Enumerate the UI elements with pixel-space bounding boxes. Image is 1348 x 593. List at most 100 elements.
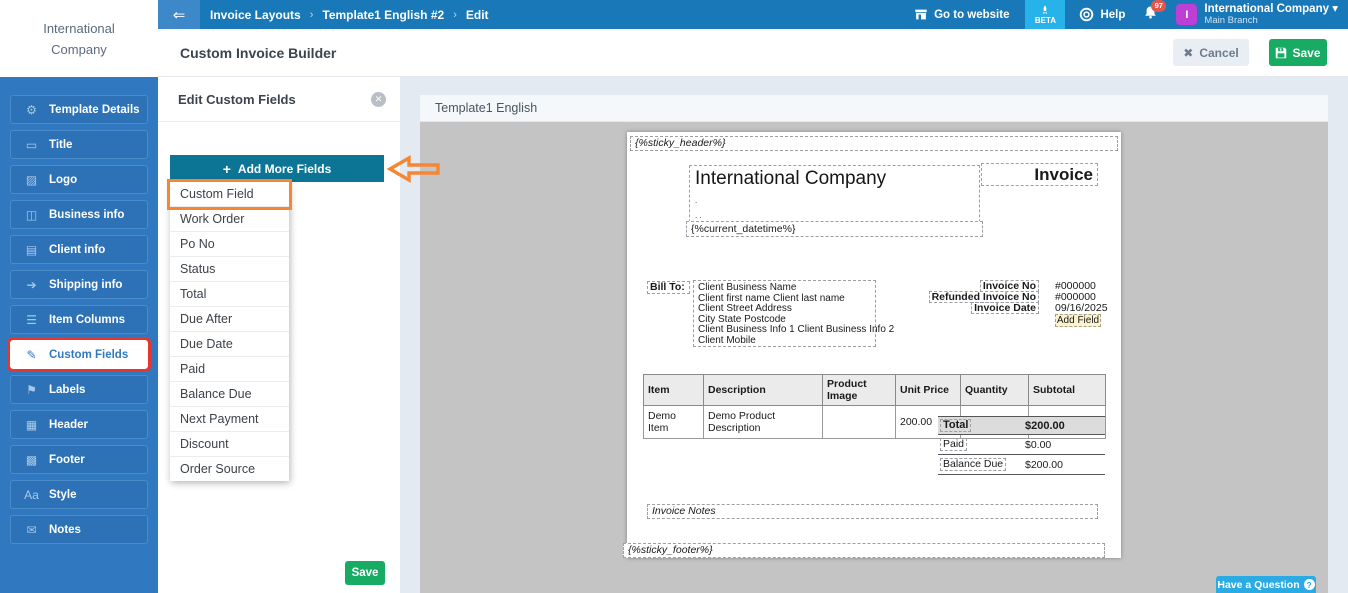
sidebar-item-custom-fields[interactable]: ✎ Custom Fields: [10, 340, 148, 369]
chevron-down-icon: ▾: [1332, 3, 1338, 15]
sidebar-item-style[interactable]: Aa Style: [10, 480, 148, 509]
bill-to-label[interactable]: Bill To:: [647, 281, 690, 294]
floppy-disk-icon: [1275, 47, 1287, 59]
sidebar-item-notes[interactable]: ✉ Notes: [10, 515, 148, 544]
invoice-page: {%sticky_header%} International Company …: [627, 132, 1121, 558]
briefcase-icon: ◫: [23, 208, 40, 222]
account-branch: Main Branch: [1204, 16, 1338, 26]
dropdown-item-balance-due[interactable]: Balance Due: [170, 382, 289, 407]
dropdown-item-po-no[interactable]: Po No: [170, 232, 289, 257]
tag-icon: ⚑: [23, 383, 40, 397]
current-datetime-placeholder[interactable]: {%current_datetime%}: [686, 221, 983, 237]
dropdown-item-custom-field[interactable]: Custom Field: [170, 182, 289, 207]
paid-row: Paid $0.00: [938, 435, 1105, 455]
account-avatar[interactable]: I: [1176, 4, 1197, 25]
invoice-notes-placeholder[interactable]: Invoice Notes: [647, 504, 1098, 519]
edit-icon: ✎: [23, 348, 40, 362]
preview-canvas: {%sticky_header%} International Company …: [420, 122, 1328, 593]
custom-invoice-builder-app: International Company ⚙ Template Details…: [0, 0, 1348, 593]
have-a-question-button[interactable]: Have a Question ?: [1216, 576, 1316, 593]
col-header-unit-price: Unit Price: [896, 375, 961, 406]
life-ring-icon: [1079, 7, 1094, 22]
sidebar-item-template-details[interactable]: ⚙ Template Details: [10, 95, 148, 124]
add-field-dropdown: Custom Field Work Order Po No Status Tot…: [170, 182, 289, 481]
col-header-quantity: Quantity: [961, 375, 1029, 406]
panel-close-button[interactable]: ✕: [371, 92, 386, 107]
beta-badge[interactable]: BETA: [1025, 0, 1065, 29]
sidebar-item-business-info[interactable]: ◫ Business info: [10, 200, 148, 229]
sidebar-item-logo[interactable]: ▨ Logo: [10, 165, 148, 194]
sidebar-item-shipping-info[interactable]: ➔ Shipping info: [10, 270, 148, 299]
preview-template-title: Template1 English: [435, 101, 537, 115]
dropdown-item-paid[interactable]: Paid: [170, 357, 289, 382]
col-header-product-image: Product Image: [823, 375, 896, 406]
rocket-icon: [1040, 5, 1050, 16]
add-more-fields-button[interactable]: + Add More Fields: [170, 155, 384, 182]
columns-icon: ☰: [23, 313, 40, 327]
account-menu[interactable]: International Company ▾ Main Branch: [1204, 3, 1338, 26]
sidebar-item-item-columns[interactable]: ☰ Item Columns: [10, 305, 148, 334]
invoice-preview-panel: Template1 English {%sticky_header%} Inte…: [420, 95, 1328, 593]
company-name-line2: Company: [51, 39, 107, 60]
close-icon: ✕: [375, 94, 383, 105]
collapse-menu-button[interactable]: ⇐: [158, 0, 200, 29]
paid-label[interactable]: Paid: [940, 438, 967, 451]
sidebar-item-title[interactable]: ▭ Title: [10, 130, 148, 159]
sidebar-item-header[interactable]: ▦ Header: [10, 410, 148, 439]
callout-arrow-icon: [385, 153, 441, 185]
dropdown-item-next-payment[interactable]: Next Payment: [170, 407, 289, 432]
truck-icon: ➔: [23, 278, 40, 292]
dropdown-item-work-order[interactable]: Work Order: [170, 207, 289, 232]
company-logo: International Company: [0, 0, 158, 77]
company-name-line1: International: [43, 18, 115, 39]
invoice-date-label[interactable]: Invoice Date: [971, 302, 1039, 314]
cancel-button[interactable]: ✖ Cancel: [1173, 39, 1249, 66]
save-button[interactable]: Save: [1269, 39, 1327, 66]
col-header-description: Description: [704, 375, 823, 406]
close-icon: ✖: [1183, 46, 1193, 60]
invoice-title[interactable]: Invoice: [981, 163, 1098, 186]
notes-icon: ✉: [23, 523, 40, 537]
sidebar: International Company ⚙ Template Details…: [0, 0, 158, 593]
help-button[interactable]: Help: [1079, 7, 1125, 22]
dropdown-item-status[interactable]: Status: [170, 257, 289, 282]
sticky-header-placeholder[interactable]: {%sticky_header%}: [630, 136, 1118, 151]
gear-icon: ⚙: [23, 103, 40, 117]
sticky-footer-placeholder[interactable]: {%sticky_footer%}: [623, 543, 1105, 558]
back-arrow-icon: ⇐: [173, 6, 186, 24]
topbar: ⇐ Invoice Layouts › Template1 English #2…: [158, 0, 1348, 29]
col-header-item: Item: [644, 375, 704, 406]
sidebar-item-footer[interactable]: ▩ Footer: [10, 445, 148, 474]
dropdown-item-due-date[interactable]: Due Date: [170, 332, 289, 357]
dropdown-item-due-after[interactable]: Due After: [170, 307, 289, 332]
col-header-subtotal: Subtotal: [1029, 375, 1106, 406]
breadcrumb-template[interactable]: Template1 English #2: [322, 8, 444, 22]
plus-icon: +: [223, 161, 231, 177]
table-header-icon: ▦: [23, 418, 40, 432]
image-icon: ▨: [23, 173, 40, 187]
sidebar-item-client-info[interactable]: ▤ Client info: [10, 235, 148, 264]
notifications-button[interactable]: 97: [1143, 5, 1158, 25]
edit-custom-fields-panel: Edit Custom Fields ✕ + Add More Fields C…: [158, 77, 400, 593]
balance-due-row: Balance Due $200.00: [938, 455, 1105, 475]
breadcrumb-invoice-layouts[interactable]: Invoice Layouts: [210, 8, 301, 22]
panel-save-button[interactable]: Save: [345, 561, 385, 585]
title-icon: ▭: [23, 138, 40, 152]
page-header: Custom Invoice Builder ✖ Cancel Save: [158, 29, 1348, 77]
add-field-button[interactable]: Add Field: [1055, 314, 1101, 327]
question-mark-icon: ?: [1304, 579, 1315, 590]
invoice-totals: Total $200.00 Paid $0.00 Balance Due $20…: [938, 416, 1105, 475]
dropdown-item-order-source[interactable]: Order Source: [170, 457, 289, 481]
total-label[interactable]: Total: [940, 419, 971, 432]
breadcrumb-separator: ›: [453, 9, 457, 21]
breadcrumb-separator: ›: [310, 9, 314, 21]
dropdown-item-discount[interactable]: Discount: [170, 432, 289, 457]
balance-due-label[interactable]: Balance Due: [940, 458, 1006, 471]
panel-title: Edit Custom Fields: [178, 92, 296, 107]
font-style-icon: Aa: [23, 488, 40, 502]
invoice-date-value: 09/16/2025: [1055, 302, 1108, 314]
dropdown-item-total[interactable]: Total: [170, 282, 289, 307]
go-to-website-link[interactable]: Go to website: [914, 8, 1009, 21]
sidebar-item-labels[interactable]: ⚑ Labels: [10, 375, 148, 404]
topbar-right: Go to website BETA Help 9: [914, 0, 1348, 29]
